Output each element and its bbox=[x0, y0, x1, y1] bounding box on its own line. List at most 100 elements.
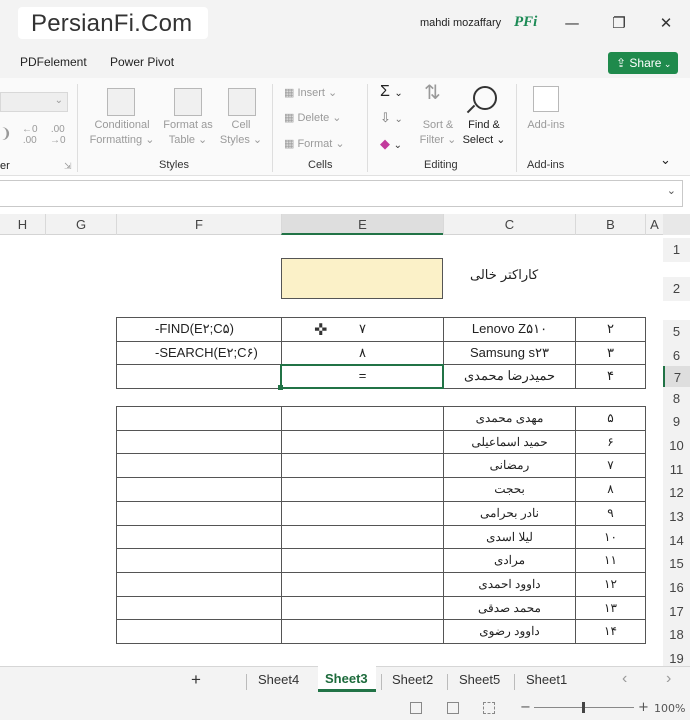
add-ins-button[interactable]: Add-ins bbox=[522, 118, 570, 133]
zoom-slider-thumb[interactable] bbox=[582, 702, 585, 713]
scroll-right-icon[interactable]: › bbox=[666, 670, 671, 688]
row-header[interactable]: 12 bbox=[663, 481, 690, 505]
table-cell-f[interactable]: -FIND(E۲;C۵) bbox=[116, 317, 282, 342]
sheet-tab[interactable]: Sheet4 bbox=[258, 672, 299, 687]
scroll-left-icon[interactable]: ‹ bbox=[622, 670, 627, 688]
tab-pdfelement[interactable]: PDFelement bbox=[20, 55, 87, 69]
table-cell-n[interactable]: ۹ bbox=[575, 501, 646, 526]
table-cell-e[interactable] bbox=[281, 406, 444, 431]
table-cell-n[interactable]: ۵ bbox=[575, 406, 646, 431]
table-cell-e[interactable] bbox=[281, 572, 444, 597]
row-header[interactable]: 6 bbox=[663, 344, 690, 368]
fill-icon[interactable]: ⇩ ⌄ bbox=[380, 110, 403, 127]
table-cell-f[interactable] bbox=[116, 430, 282, 455]
row-header[interactable]: 9 bbox=[663, 410, 690, 434]
table-cell-f[interactable] bbox=[116, 525, 282, 550]
table-cell-f[interactable] bbox=[116, 406, 282, 431]
table-cell-n[interactable]: ۴ bbox=[575, 364, 646, 389]
table-cell-f[interactable] bbox=[116, 501, 282, 526]
page-break-icon[interactable] bbox=[483, 702, 495, 714]
table-cell-e[interactable] bbox=[281, 430, 444, 455]
table-cell-n[interactable]: ۱۴ bbox=[575, 619, 646, 644]
row-header[interactable]: 17 bbox=[663, 600, 690, 624]
share-button[interactable]: ⇪ Share ⌄ bbox=[608, 52, 678, 74]
zoom-level[interactable]: 100% bbox=[654, 702, 685, 715]
cell-styles-button[interactable]: Cell Styles ⌄ bbox=[218, 118, 264, 148]
row-header[interactable]: 11 bbox=[663, 458, 690, 482]
table-cell-c[interactable]: نادر بحرامی bbox=[443, 501, 576, 526]
avatar[interactable]: PFi bbox=[514, 14, 537, 31]
table-cell-e[interactable] bbox=[281, 525, 444, 550]
table-cell-n[interactable]: ۱۰ bbox=[575, 525, 646, 550]
table-cell-f[interactable] bbox=[116, 453, 282, 478]
column-header[interactable]: C bbox=[443, 214, 575, 235]
table-cell-c[interactable]: Samsung s۲۳ bbox=[443, 341, 576, 366]
active-cell-selection[interactable] bbox=[280, 364, 444, 389]
table-cell-c[interactable]: مهدی محمدی bbox=[443, 406, 576, 431]
table-cell-e[interactable] bbox=[281, 501, 444, 526]
table-cell-n[interactable]: ۱۳ bbox=[575, 596, 646, 621]
table-cell-f[interactable]: -SEARCH(E۲;C۶) bbox=[116, 341, 282, 366]
table-cell-f[interactable] bbox=[116, 477, 282, 502]
table-cell-f[interactable] bbox=[116, 364, 282, 389]
row-header[interactable]: 1 bbox=[663, 238, 690, 262]
table-cell-c[interactable]: رمضانی bbox=[443, 453, 576, 478]
sheet-tab-active[interactable]: Sheet3 bbox=[325, 671, 368, 686]
select-all-corner[interactable] bbox=[663, 214, 690, 235]
table-cell-n[interactable]: ۷ bbox=[575, 453, 646, 478]
autosum-icon[interactable]: Σ ⌄ bbox=[380, 84, 403, 101]
row-header[interactable]: 16 bbox=[663, 576, 690, 600]
row-header[interactable]: 13 bbox=[663, 505, 690, 529]
table-cell-c[interactable]: حمید اسماعیلی bbox=[443, 430, 576, 455]
table-cell-e[interactable] bbox=[281, 453, 444, 478]
table-cell-e[interactable]: ۷ bbox=[281, 317, 444, 342]
find-select-button[interactable]: Find & Select ⌄ bbox=[460, 118, 508, 148]
table-cell-f[interactable] bbox=[116, 572, 282, 597]
zoom-out-icon[interactable]: − bbox=[520, 700, 531, 715]
table-cell-c[interactable]: لیلا اسدی bbox=[443, 525, 576, 550]
table-cell-c[interactable]: داوود احمدی bbox=[443, 572, 576, 597]
column-header[interactable]: A bbox=[645, 214, 663, 235]
fill-handle[interactable] bbox=[278, 385, 283, 390]
blank-char-cell[interactable] bbox=[281, 258, 443, 299]
close-button[interactable]: ✕ bbox=[654, 11, 678, 35]
row-header[interactable]: 15 bbox=[663, 552, 690, 576]
increase-decimal-icon[interactable]: .00 →0 bbox=[50, 124, 66, 146]
zoom-in-icon[interactable]: + bbox=[638, 700, 649, 715]
restore-button[interactable]: ❐ bbox=[607, 11, 631, 35]
table-cell-e[interactable] bbox=[281, 548, 444, 573]
column-header[interactable]: E bbox=[281, 214, 443, 235]
table-cell-n[interactable]: ۱۲ bbox=[575, 572, 646, 597]
row-header[interactable]: 10 bbox=[663, 434, 690, 458]
table-cell-n[interactable]: ۱۱ bbox=[575, 548, 646, 573]
column-header[interactable]: B bbox=[575, 214, 645, 235]
row-header[interactable]: 14 bbox=[663, 529, 690, 553]
table-cell-c[interactable]: مرادی bbox=[443, 548, 576, 573]
row-header[interactable]: 8 bbox=[663, 387, 690, 411]
format-button[interactable]: ▦ Format ⌄ bbox=[284, 137, 345, 152]
table-cell-c[interactable]: حمیدرضا محمدی bbox=[443, 364, 576, 389]
table-cell-n[interactable]: ۶ bbox=[575, 430, 646, 455]
table-cell-f[interactable] bbox=[116, 596, 282, 621]
table-cell-n[interactable]: ۲ bbox=[575, 317, 646, 342]
table-cell-c[interactable]: Lenovo Z۵۱۰ bbox=[443, 317, 576, 342]
table-cell-c[interactable]: بحجت bbox=[443, 477, 576, 502]
decrease-decimal-icon[interactable]: ←0.00 bbox=[22, 124, 38, 146]
page-layout-icon[interactable] bbox=[447, 702, 459, 714]
row-header[interactable]: 5 bbox=[663, 320, 690, 344]
table-cell-e[interactable] bbox=[281, 477, 444, 502]
sort-filter-button[interactable]: Sort & Filter ⌄ bbox=[416, 118, 460, 148]
column-header[interactable]: H bbox=[0, 214, 45, 235]
add-sheet-button[interactable]: + bbox=[191, 670, 201, 690]
sheet-tab[interactable]: Sheet1 bbox=[526, 672, 567, 687]
table-cell-e[interactable]: ۸ bbox=[281, 341, 444, 366]
table-cell-c[interactable]: محمد صدقی bbox=[443, 596, 576, 621]
normal-view-icon[interactable] bbox=[410, 702, 422, 714]
table-cell-f[interactable] bbox=[116, 548, 282, 573]
tab-power-pivot[interactable]: Power Pivot bbox=[110, 55, 174, 69]
font-size-dropdown[interactable]: ⌄ bbox=[0, 92, 68, 112]
column-header[interactable]: G bbox=[45, 214, 116, 235]
table-cell-n[interactable]: ۳ bbox=[575, 341, 646, 366]
insert-button[interactable]: ▦ Insert ⌄ bbox=[284, 86, 337, 101]
collapse-ribbon-icon[interactable]: ⌄ bbox=[660, 152, 671, 167]
